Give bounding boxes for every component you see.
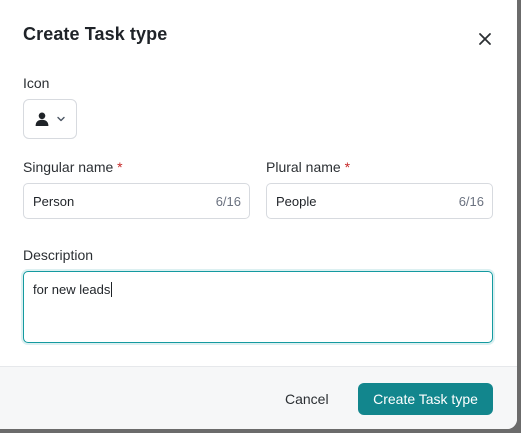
description-label: Description <box>23 247 94 263</box>
singular-name-label: Singular name * <box>23 159 123 175</box>
plural-name-counter: 6/16 <box>458 193 484 209</box>
dialog-footer: Cancel Create Task type <box>0 366 517 429</box>
create-task-type-button[interactable]: Create Task type <box>358 383 493 415</box>
dialog-title: Create Task type <box>23 24 168 44</box>
plural-name-label: Plural name * <box>266 159 350 175</box>
singular-name-value: Person <box>33 193 75 209</box>
description-textarea[interactable]: for new leads <box>23 271 493 343</box>
plural-name-input[interactable]: People 6/16 <box>266 183 493 219</box>
singular-name-counter: 6/16 <box>215 193 241 209</box>
plural-name-label-text: Plural name <box>266 159 341 175</box>
singular-name-input[interactable]: Person 6/16 <box>23 183 250 219</box>
required-asterisk: * <box>117 159 123 175</box>
chevron-down-icon <box>57 116 65 122</box>
text-caret <box>111 282 113 297</box>
create-task-type-dialog: Create Task type Icon Singular name * Pe… <box>0 0 517 429</box>
description-value: for new leads <box>33 282 111 297</box>
plural-name-value: People <box>276 193 317 209</box>
person-icon <box>35 112 49 126</box>
icon-label: Icon <box>23 75 50 91</box>
cancel-button[interactable]: Cancel <box>275 387 339 411</box>
singular-name-label-text: Singular name <box>23 159 114 175</box>
close-button[interactable] <box>474 28 496 50</box>
required-asterisk: * <box>344 159 351 175</box>
icon-picker-button[interactable] <box>23 99 77 139</box>
close-icon <box>479 33 491 45</box>
